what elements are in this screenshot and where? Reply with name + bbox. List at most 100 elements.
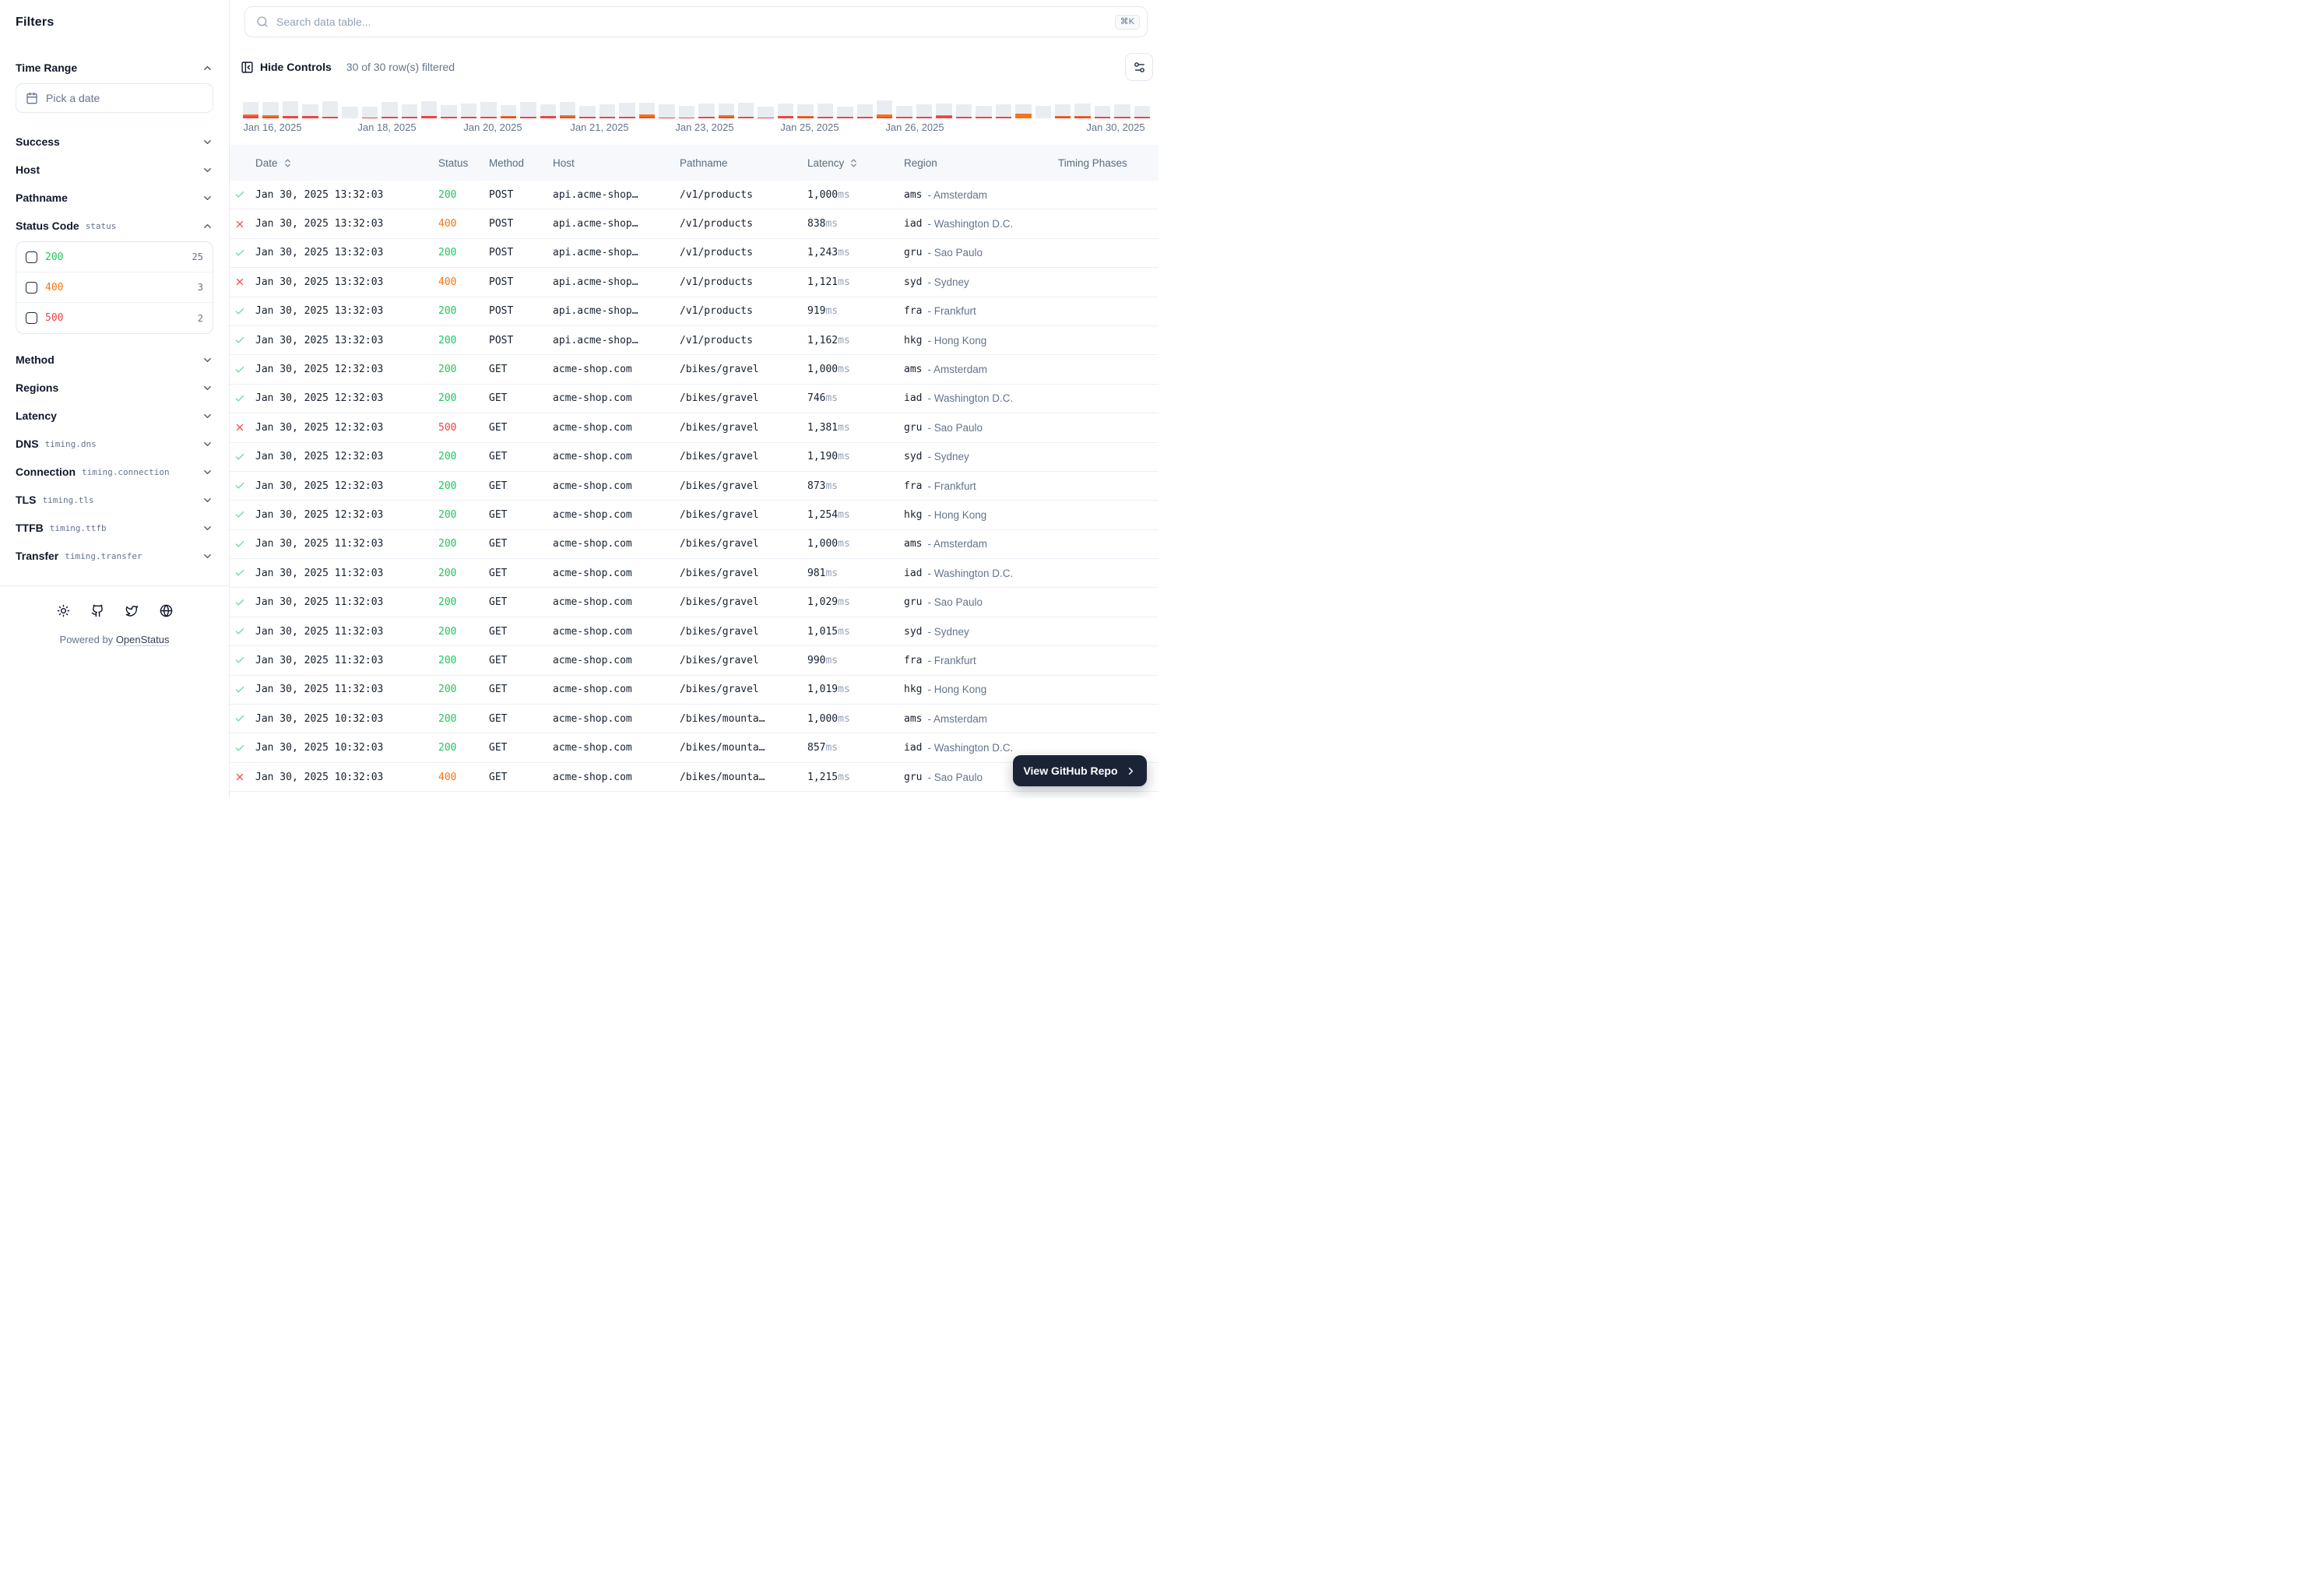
table-row[interactable]: Jan 30, 2025 13:32:03200POSTapi.acme-sho… xyxy=(230,297,1158,326)
axis-tick-label: Jan 25, 2025 xyxy=(780,121,839,133)
latency-histogram[interactable] xyxy=(243,98,1150,118)
cell-pathname: /bikes/gravel xyxy=(680,472,759,500)
twitter-icon[interactable] xyxy=(125,604,139,617)
globe-icon[interactable] xyxy=(160,604,173,617)
histogram-bar xyxy=(579,106,595,118)
timing-phases-bar xyxy=(1058,452,1150,463)
table-row[interactable]: Jan 30, 2025 13:32:03200POSTapi.acme-sho… xyxy=(230,326,1158,355)
sort-icon xyxy=(849,158,859,168)
cell-pathname: /bikes/gravel xyxy=(680,501,759,529)
cell-host: acme-shop.com xyxy=(553,559,632,587)
cell-method: GET xyxy=(489,443,507,471)
column-header-host: Host xyxy=(553,145,575,181)
sidebar-section-host[interactable]: Host xyxy=(16,161,213,178)
sidebar-section-ttfb[interactable]: TTFB timing.ttfb xyxy=(16,519,213,536)
table-row[interactable]: Jan 30, 2025 13:32:03400POSTapi.acme-sho… xyxy=(230,209,1158,238)
cell-host: acme-shop.com xyxy=(553,472,632,500)
cell-region: ams- Amsterdam xyxy=(904,530,987,558)
histogram-bar xyxy=(342,107,357,118)
sidebar-section-status-code[interactable]: Status Code status xyxy=(16,217,213,234)
cell-date: Jan 30, 2025 11:32:03 xyxy=(255,676,383,704)
sidebar-section-dns[interactable]: DNS timing.dns xyxy=(16,435,213,452)
hide-controls-button[interactable]: Hide Controls xyxy=(241,61,332,74)
cell-pathname: /bikes/gravel xyxy=(680,443,759,471)
column-header-date[interactable]: Date xyxy=(255,145,293,181)
cell-latency: 1,029ms xyxy=(807,588,850,616)
sidebar-section-method[interactable]: Method xyxy=(16,351,213,368)
status-option-200[interactable]: 20025 xyxy=(16,242,213,272)
table-row[interactable]: Jan 30, 2025 12:32:03200GETacme-shop.com… xyxy=(230,385,1158,413)
checkbox[interactable] xyxy=(26,312,37,324)
view-github-repo-button[interactable]: View GitHub Repo xyxy=(1013,755,1147,786)
cell-latency: 746ms xyxy=(807,385,838,413)
histogram-bar xyxy=(283,101,298,118)
openstatus-link[interactable]: OpenStatus xyxy=(116,634,170,646)
cell-region: gru- Sao Paulo xyxy=(904,413,983,441)
cell-host: acme-shop.com xyxy=(553,763,632,791)
table-row[interactable]: Jan 30, 2025 11:32:03200GETacme-shop.com… xyxy=(230,676,1158,705)
cell-region: ams- Amsterdam xyxy=(904,181,987,209)
search-input[interactable] xyxy=(276,16,1107,28)
cell-latency: 873ms xyxy=(807,472,838,500)
timing-phases-bar xyxy=(1058,218,1150,230)
check-icon xyxy=(234,297,245,325)
sidebar-section-latency[interactable]: Latency xyxy=(16,407,213,424)
sidebar-section-success[interactable]: Success xyxy=(16,133,213,150)
table-row[interactable]: Jan 30, 2025 13:32:03200POSTapi.acme-sho… xyxy=(230,181,1158,209)
status-option-400[interactable]: 4003 xyxy=(16,272,213,303)
check-icon xyxy=(234,588,245,616)
table-row[interactable]: Jan 30, 2025 13:32:03200POSTapi.acme-sho… xyxy=(230,239,1158,268)
table-row[interactable]: Jan 30, 2025 12:32:03200GETacme-shop.com… xyxy=(230,443,1158,472)
date-picker[interactable]: Pick a date xyxy=(16,83,213,113)
check-icon xyxy=(234,355,245,383)
cell-method: GET xyxy=(489,472,507,500)
sidebar-section-time-range[interactable]: Time Range xyxy=(16,59,213,76)
table-row[interactable]: Jan 30, 2025 11:32:03200GETacme-shop.com… xyxy=(230,530,1158,559)
cell-status: 200 xyxy=(438,733,456,761)
table-body: Jan 30, 2025 13:32:03 200 POST api.acme-sho… xyxy=(230,181,1158,798)
table-row[interactable]: Jan 30, 2025 10:32:03200GETacme-shop.com… xyxy=(230,705,1158,733)
table-row[interactable]: Jan 30, 2025 11:32:03200GETacme-shop.com… xyxy=(230,646,1158,675)
github-icon[interactable] xyxy=(91,604,104,617)
histogram-bar xyxy=(480,102,496,118)
view-options-button[interactable] xyxy=(1125,53,1153,81)
cell-method: POST xyxy=(489,326,513,354)
status-code-count: 25 xyxy=(192,251,203,262)
status-code-value: 500 xyxy=(45,312,63,324)
table-row[interactable]: Jan 30, 2025 11:32:03200GETacme-shop.com… xyxy=(230,617,1158,646)
status-option-500[interactable]: 5002 xyxy=(16,303,213,333)
sidebar-section-tls[interactable]: TLS timing.tls xyxy=(16,491,213,508)
table-row[interactable]: Jan 30, 2025 11:32:03200GETacme-shop.com… xyxy=(230,559,1158,588)
cell-host: api.acme-shop… xyxy=(553,239,638,267)
sidebar-section-regions[interactable]: Regions xyxy=(16,379,213,396)
sidebar-section-pathname[interactable]: Pathname xyxy=(16,189,213,206)
sidebar-section-connection[interactable]: Connection timing.connection xyxy=(16,463,213,480)
cell-date: Jan 30, 2025 13:32:03 xyxy=(255,326,383,354)
histogram-bar xyxy=(599,104,615,118)
table-row[interactable]: Jan 30, 2025 12:32:03200GETacme-shop.com… xyxy=(230,501,1158,529)
checkbox[interactable] xyxy=(26,251,37,263)
table-row[interactable]: Jan 30, 2025 12:32:03200GETacme-shop.com… xyxy=(230,355,1158,384)
timing-phases-bar xyxy=(1058,509,1150,521)
cell-method: GET xyxy=(489,733,507,761)
data-table-app: Filters Time Range Pick a date Success H… xyxy=(0,0,1158,798)
cell-status: 500 xyxy=(438,413,456,441)
table-row[interactable]: Jan 30, 2025 13:32:03400POSTapi.acme-sho… xyxy=(230,268,1158,297)
table-row[interactable]: Jan 30, 2025 11:32:03200GETacme-shop.com… xyxy=(230,588,1158,617)
table-row[interactable]: Jan 30, 2025 12:32:03200GETacme-shop.com… xyxy=(230,472,1158,501)
cell-pathname: /bikes/gravel xyxy=(680,559,759,587)
table-row[interactable]: Jan 30, 2025 12:32:03500GETacme-shop.com… xyxy=(230,413,1158,442)
theme-toggle-sun-icon[interactable] xyxy=(57,604,70,617)
cell-method: GET xyxy=(489,646,507,674)
sidebar-section-transfer[interactable]: Transfer timing.transfer xyxy=(16,547,213,564)
histogram-bar xyxy=(659,104,674,118)
cell-host: api.acme-shop… xyxy=(553,326,638,354)
column-header-latency[interactable]: Latency xyxy=(807,145,859,181)
checkbox[interactable] xyxy=(26,282,37,294)
cell-method: GET xyxy=(489,588,507,616)
timing-phases-bar xyxy=(1058,335,1150,346)
cell-pathname: /v1/products xyxy=(680,268,753,296)
cell-pathname: /bikes/gravel xyxy=(680,530,759,558)
cell-date: Jan 30, 2025 12:32:03 xyxy=(255,443,383,471)
cell-date: Jan 30, 2025 10:32:03 xyxy=(255,705,383,733)
